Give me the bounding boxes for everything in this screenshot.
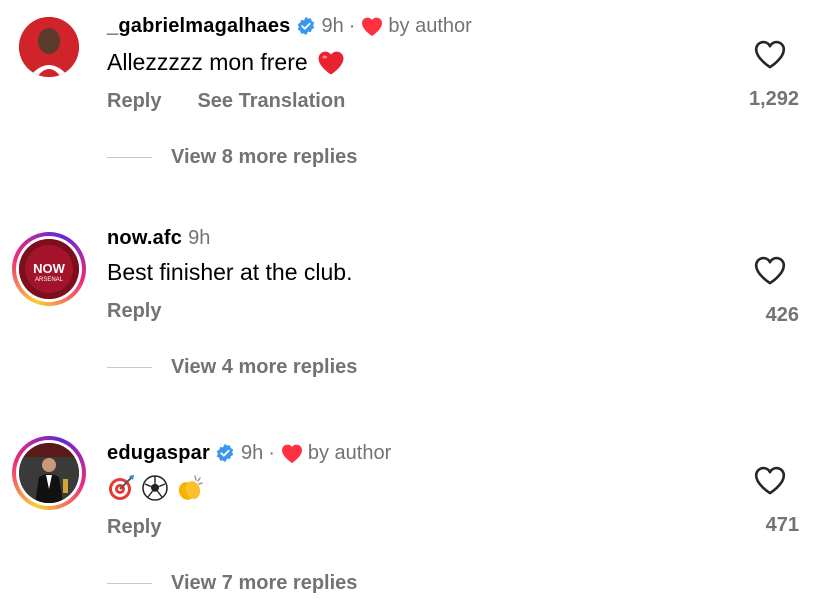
avatar-story-ring[interactable]: NOW ARSENAL xyxy=(12,232,86,306)
verified-badge-icon xyxy=(215,443,235,463)
avatar-ring-gap: NOW ARSENAL xyxy=(16,236,82,302)
reply-button[interactable]: Reply xyxy=(107,516,161,539)
liked-by-author-heart-icon xyxy=(360,15,384,37)
verified-badge-icon xyxy=(296,16,316,36)
by-author-label: by author xyxy=(307,442,392,464)
avatar-photo xyxy=(19,443,79,503)
replies-divider xyxy=(107,366,152,369)
comment-header: _gabrielmagalhaes 9h · by author xyxy=(107,14,472,38)
like-count: 426 xyxy=(765,304,799,326)
reply-button[interactable]: Reply xyxy=(107,90,161,113)
comment-text: Best finisher at the club. xyxy=(107,258,352,286)
avatar-photo: NOW ARSENAL xyxy=(19,239,79,299)
like-count: 1,292 xyxy=(748,88,799,110)
timestamp: 9h xyxy=(321,15,344,37)
view-replies-label: View 4 more replies xyxy=(171,356,358,378)
by-author-label: by author xyxy=(388,15,472,37)
reply-button[interactable]: Reply xyxy=(107,300,161,323)
soccer-ball-emoji-icon xyxy=(141,474,169,502)
avatar-image xyxy=(19,443,79,503)
avatar-image xyxy=(19,17,79,77)
view-replies-label: View 7 more replies xyxy=(171,572,358,594)
comment-body: Best finisher at the club. xyxy=(107,259,353,285)
view-replies-button[interactable]: View 4 more replies xyxy=(107,356,357,379)
timestamp: 9h xyxy=(188,227,211,249)
like-heart-icon[interactable] xyxy=(752,254,790,288)
comment-actions: Reply See Translation xyxy=(107,90,381,113)
red-heart-emoji-icon xyxy=(316,48,346,76)
comment-header: edugaspar 9h · by author xyxy=(107,441,391,465)
like-count: 471 xyxy=(765,514,799,536)
comment-actions: Reply xyxy=(107,300,197,323)
comment-text xyxy=(107,474,205,502)
timestamp: 9h xyxy=(240,442,264,464)
liked-by-author-heart-icon xyxy=(280,442,304,464)
replies-divider xyxy=(107,156,152,159)
see-translation-button[interactable]: See Translation xyxy=(197,90,345,113)
avatar[interactable] xyxy=(12,10,86,84)
like-heart-icon[interactable] xyxy=(752,464,790,498)
avatar-logo-subtext: ARSENAL xyxy=(35,277,64,283)
view-replies-label: View 8 more replies xyxy=(171,146,358,168)
like-heart-icon[interactable] xyxy=(752,38,790,72)
comment-text: Allezzzzz mon frere xyxy=(107,48,346,76)
view-replies-button[interactable]: View 8 more replies xyxy=(107,146,357,169)
separator-dot: · xyxy=(348,15,356,37)
username[interactable]: now.afc xyxy=(107,226,182,250)
avatar-story-ring[interactable] xyxy=(12,436,86,510)
avatar-photo xyxy=(19,17,79,77)
view-replies-button[interactable]: View 7 more replies xyxy=(107,572,357,595)
avatar-logo-text: NOW xyxy=(33,261,66,276)
username[interactable]: edugaspar xyxy=(107,441,210,465)
username[interactable]: _gabrielmagalhaes xyxy=(107,14,291,38)
now-arsenal-logo: NOW ARSENAL xyxy=(19,239,79,299)
direct-hit-emoji-icon xyxy=(107,474,135,502)
comment-header: now.afc 9h xyxy=(107,226,210,250)
comment-body: Allezzzzz mon frere xyxy=(107,49,308,75)
clapping-hands-emoji-icon xyxy=(175,474,205,502)
avatar-ring-gap xyxy=(16,440,82,506)
replies-divider xyxy=(107,582,152,585)
separator-dot: · xyxy=(268,442,275,464)
comment-actions: Reply xyxy=(107,516,197,539)
